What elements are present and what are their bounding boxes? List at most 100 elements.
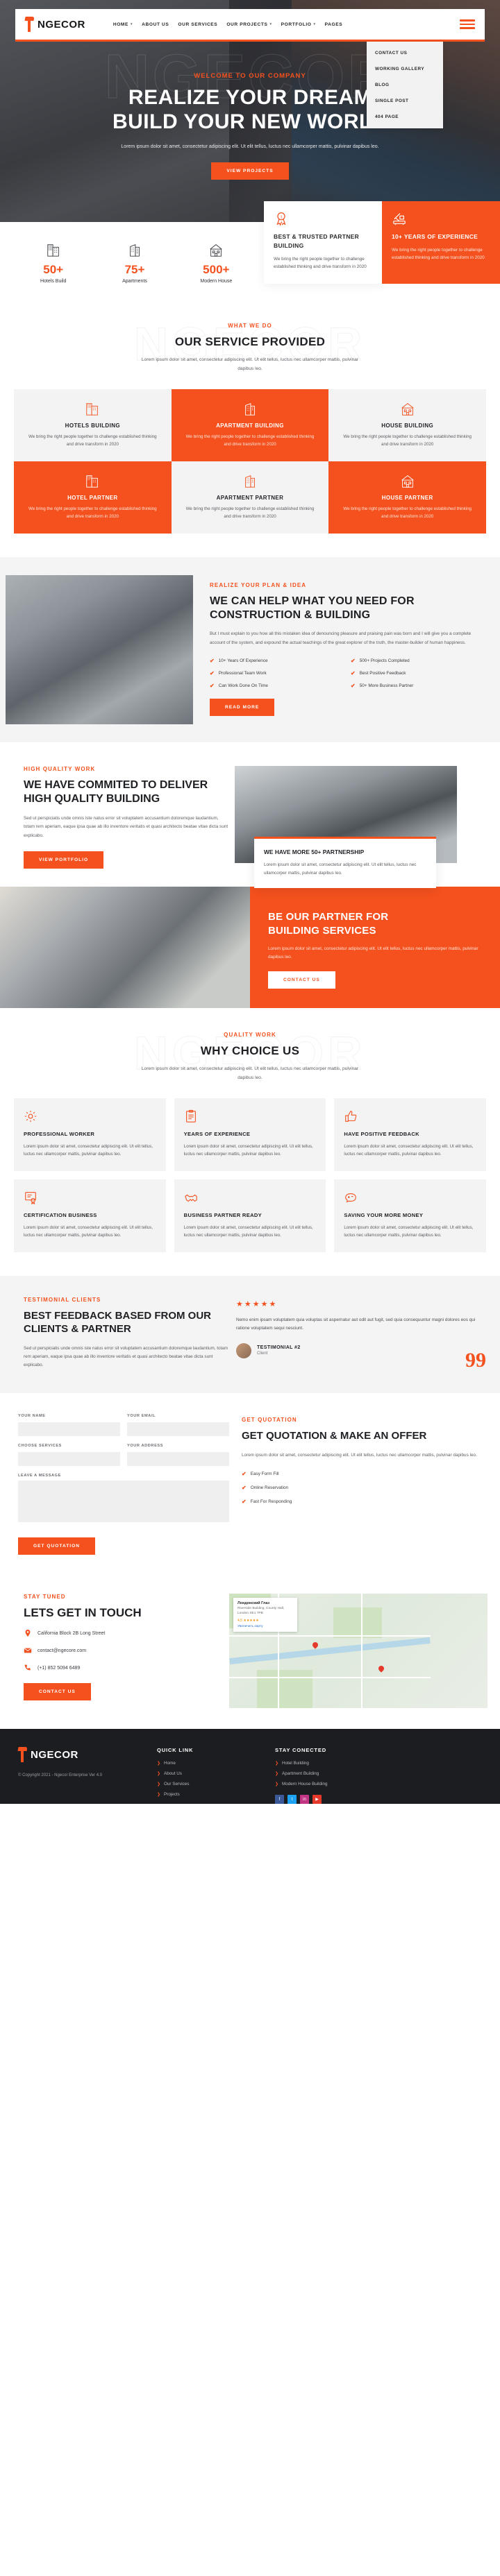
service-card-apartment-building[interactable]: APARTMENT BUILDING We bring the right pe… — [171, 389, 329, 461]
view-portfolio-button[interactable]: VIEW PORTFOLIO — [24, 851, 104, 869]
instagram-icon[interactable]: in — [300, 1795, 309, 1805]
why-card-certification-business: CERTIFICATION BUSINESS Lorem ipsum dolor… — [14, 1179, 166, 1252]
dropdown-item-404-page[interactable]: 404 PAGE — [367, 109, 443, 125]
map-card-zoom-link[interactable]: Увеличить карту — [238, 1625, 293, 1628]
main-navbar: NGECOR HOME ▾ ABOUT US OUR SERVICES OUR … — [15, 9, 485, 42]
field-label: YOUR EMAIL — [127, 1414, 156, 1419]
facebook-icon[interactable]: f — [275, 1795, 284, 1805]
hamburger-icon[interactable] — [460, 19, 475, 29]
service-card-hotel-partner[interactable]: HOTEL PARTNER We bring the right people … — [14, 461, 172, 534]
contact-item-phone[interactable]: (+1) 852 5094 6489 — [24, 1664, 229, 1672]
contact-us-cta-button[interactable]: CONTACT US — [24, 1683, 91, 1701]
footer-link-home[interactable]: ❯ Home — [157, 1761, 261, 1766]
check-item: ✔ 500+ Projects Completed — [351, 658, 485, 664]
your-name-input[interactable] — [18, 1422, 120, 1437]
map-info-card[interactable]: Лондонский Глаз Riverside Building, Coun… — [233, 1598, 297, 1632]
field-leave-a-message: LEAVE A MESSAGE — [18, 1474, 229, 1526]
clipboard-icon — [184, 1109, 198, 1123]
twitter-icon[interactable]: t — [288, 1795, 297, 1805]
check-icon: ✔ — [351, 669, 356, 676]
footer-column-title: QUICK LINK — [157, 1747, 194, 1754]
service-card-title: HOTELS BUILDING — [65, 422, 120, 429]
why-card-text: Lorem ipsum dolor sit amet, consectetur … — [344, 1143, 474, 1157]
feature-cards: 1 BEST & TRUSTED PARTNER BUILDING We bri… — [264, 201, 500, 284]
benefit-label: Fast For Responding — [250, 1499, 292, 1505]
service-card-hotels-building[interactable]: HOTELS BUILDING We bring the right peopl… — [14, 389, 172, 461]
location-pin-icon — [24, 1629, 32, 1637]
footer-brand[interactable]: NGECOR — [18, 1747, 143, 1763]
nav-item-pages[interactable]: PAGES — [325, 22, 343, 27]
testimonial-person-role: Client — [257, 1351, 268, 1356]
hotel-building-icon — [12, 240, 94, 258]
why-card-business-partner-ready: BUSINESS PARTNER READY Lorem ipsum dolor… — [174, 1179, 326, 1252]
footer-link-modern-house-building[interactable]: ❯ Modern House Building — [275, 1782, 482, 1786]
nav-item-our-services[interactable]: OUR SERVICES — [178, 22, 217, 27]
check-icon: ✔ — [351, 657, 356, 664]
nav-item-our-projects-label: OUR PROJECTS — [226, 22, 268, 27]
quotation-kicker: GET QUOTATION — [242, 1417, 297, 1424]
choose-services-select[interactable] — [18, 1452, 120, 1467]
partner-title-line2: BUILDING SERVICES — [268, 924, 376, 937]
nav-item-portfolio[interactable]: PORTFOLIO ▾ — [281, 22, 316, 27]
why-choice-section: NGECOR QUALITY WORK WHY CHOICE US Lorem … — [0, 1008, 500, 1276]
footer-brand-column: NGECOR © Copyright 2021 - Ngecor Enterpr… — [18, 1747, 143, 1804]
contact-left: STAY TUNED LETS GET IN TOUCH California … — [0, 1594, 229, 1708]
footer-link-label: About Us — [164, 1771, 182, 1777]
nav-item-our-projects[interactable]: OUR PROJECTS ▾ — [226, 22, 272, 27]
service-card-text: We bring the right people together to ch… — [28, 506, 157, 520]
field-label: CHOOSE SERVICES — [18, 1444, 62, 1449]
footer-link-projects[interactable]: ❯ Projects — [157, 1792, 261, 1797]
hammer-icon — [25, 17, 34, 32]
footer-link-our-services[interactable]: ❯ Our Services — [157, 1782, 261, 1786]
why-card-text: Lorem ipsum dolor sit amet, consectetur … — [183, 1225, 313, 1238]
contact-us-button[interactable]: CONTACT US — [268, 971, 335, 989]
nav-item-home[interactable]: HOME ▾ — [113, 22, 133, 27]
contact-item-text: (+1) 852 5094 6489 — [38, 1665, 81, 1671]
contact-kicker: STAY TUNED — [24, 1594, 66, 1601]
footer-link-about-us[interactable]: ❯ About Us — [157, 1771, 261, 1776]
check-label: Can Work Done On Time — [218, 683, 268, 688]
field-label: YOUR ADDRESS — [127, 1444, 164, 1449]
footer-link-apartment-building[interactable]: ❯ Apartment Building — [275, 1771, 482, 1776]
field-choose-services: CHOOSE SERVICES — [18, 1444, 120, 1467]
check-icon: ✔ — [242, 1471, 247, 1478]
arrow-icon: ❯ — [275, 1762, 279, 1766]
service-card-house-building[interactable]: HOUSE BUILDING We bring the right people… — [328, 389, 486, 461]
brand-logo[interactable]: NGECOR — [25, 17, 85, 32]
why-card-text: Lorem ipsum dolor sit amet, consectetur … — [24, 1143, 153, 1157]
contact-item-email[interactable]: contact@ngecore.com — [24, 1646, 229, 1655]
feature-card-title: 10+ YEARS OF EXPERIENCE — [392, 233, 478, 240]
dropdown-item-blog[interactable]: BLOG — [367, 77, 443, 93]
envelope-icon — [24, 1646, 32, 1655]
read-more-button[interactable]: READ MORE — [210, 698, 275, 716]
view-projects-button[interactable]: VIEW PROJECTS — [211, 162, 289, 180]
feature-card-best-trusted: 1 BEST & TRUSTED PARTNER BUILDING We bri… — [264, 201, 382, 284]
nav-item-about-us[interactable]: ABOUT US — [142, 22, 169, 27]
modern-house-icon — [176, 240, 257, 258]
service-card-apartment-partner[interactable]: APARTMENT PARTNER We bring the right peo… — [171, 461, 329, 534]
footer-link-label: Our Services — [164, 1782, 190, 1787]
footer-link-hotel-building[interactable]: ❯ Hotel Building — [275, 1761, 482, 1766]
brand-name: NGECOR — [38, 18, 85, 31]
youtube-icon[interactable]: ▶ — [312, 1795, 322, 1805]
check-label: 10+ Years Of Experience — [218, 658, 268, 663]
service-card-house-partner[interactable]: HOUSE PARTNER We bring the right people … — [328, 461, 486, 534]
stat-number: 500+ — [203, 263, 230, 276]
services-header: WHAT WE DO OUR SERVICE PROVIDED Lorem ip… — [0, 323, 500, 374]
dropdown-item-working-gallery[interactable]: WORKING GALLERY — [367, 61, 443, 77]
location-map[interactable]: Лондонский Глаз Riverside Building, Coun… — [229, 1594, 488, 1709]
why-grid: PROFESSIONAL WORKER Lorem ipsum dolor si… — [14, 1098, 486, 1252]
get-quotation-submit-button[interactable]: GET QUOTATION — [18, 1537, 95, 1555]
testimonial-text: Sed ut perspiciatis unde omnis iste natu… — [24, 1345, 228, 1368]
feature-card-title: BEST & TRUSTED PARTNER BUILDING — [274, 233, 360, 249]
dropdown-item-contact-us[interactable]: CONTACT US — [367, 45, 443, 61]
quality-kicker: HIGH QUALITY WORK — [24, 765, 96, 772]
your-email-input[interactable] — [127, 1422, 229, 1437]
footer-stay-connected-column: STAY CONECTED ❯ Hotel Building ❯ Apartment… — [275, 1747, 482, 1805]
message-textarea[interactable] — [18, 1481, 229, 1523]
footer-quick-link-column: QUICK LINK ❯ Home ❯ About Us ❯ Our Services… — [157, 1747, 261, 1804]
your-address-input[interactable] — [127, 1452, 229, 1467]
dropdown-item-single-post[interactable]: SINGLE POST — [367, 93, 443, 109]
apartment-building-icon — [183, 400, 318, 417]
why-card-years-of-experience: YEARS OF EXPERIENCE Lorem ipsum dolor si… — [174, 1098, 326, 1171]
